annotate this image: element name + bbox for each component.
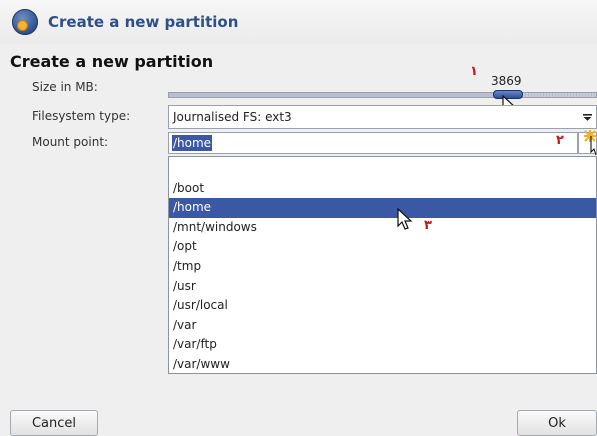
- mount-point-value: /home: [172, 135, 213, 151]
- list-item[interactable]: /usr: [169, 277, 596, 297]
- window-titlebar: Create a new partition: [0, 0, 597, 44]
- partition-disk-icon: [12, 9, 38, 35]
- mount-point-list[interactable]: /boot/home/mnt/windows/opt/tmp/usr/usr/l…: [168, 156, 597, 374]
- filesystem-value: Journalised FS: ext3: [173, 110, 292, 124]
- mouse-pointer-icon: [397, 208, 413, 230]
- list-item[interactable]: [169, 159, 596, 179]
- mount-label: Mount point:: [32, 135, 109, 149]
- list-item[interactable]: /usr/local: [169, 296, 596, 316]
- list-item[interactable]: /boot: [169, 179, 596, 199]
- mount-point-input[interactable]: /home: [168, 132, 578, 154]
- size-value: 3869: [491, 74, 522, 88]
- cancel-button[interactable]: Cancel: [10, 410, 98, 436]
- chevron-down-icon[interactable]: [578, 106, 596, 128]
- click-highlight-icon: [584, 130, 597, 156]
- annotation-two: ٢: [556, 133, 564, 148]
- dialog-heading: Create a new partition: [10, 52, 214, 71]
- list-item[interactable]: /var/www: [169, 355, 596, 375]
- size-slider[interactable]: [168, 92, 597, 98]
- list-item[interactable]: /tmp: [169, 257, 596, 277]
- window-title: Create a new partition: [48, 13, 239, 31]
- filesystem-select[interactable]: Journalised FS: ext3: [168, 105, 597, 129]
- annotation-three: ٣: [424, 218, 432, 233]
- filesystem-label: Filesystem type:: [32, 109, 131, 123]
- slider-fill: [169, 93, 507, 97]
- list-item[interactable]: /opt: [169, 237, 596, 257]
- ok-button[interactable]: Ok: [517, 410, 597, 436]
- annotation-one: ١: [470, 64, 478, 79]
- list-item-selected[interactable]: /home: [169, 198, 596, 218]
- list-item[interactable]: /mnt/windows: [169, 218, 596, 238]
- list-item[interactable]: /var/ftp: [169, 335, 596, 355]
- list-item[interactable]: /var: [169, 316, 596, 336]
- size-label: Size in MB:: [32, 80, 98, 94]
